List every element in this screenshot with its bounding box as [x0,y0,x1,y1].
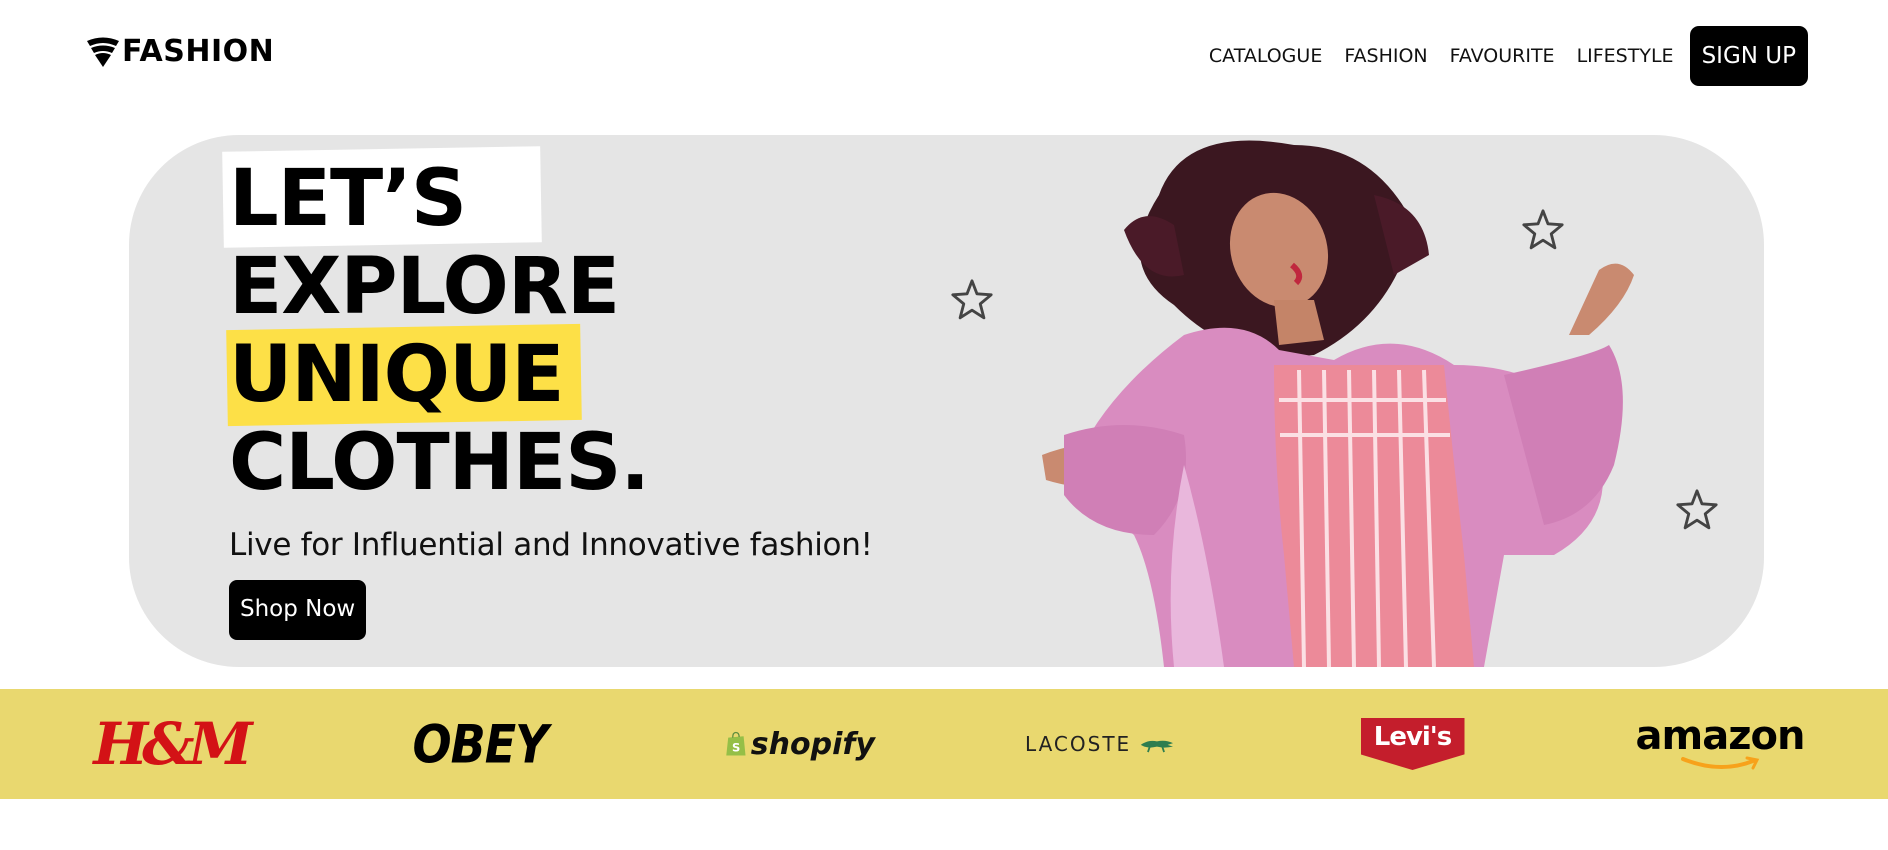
model-photo [1042,140,1634,667]
star-icon [951,279,993,320]
signup-button[interactable]: SIGN UP [1689,26,1808,86]
svg-text:S: S [732,741,740,755]
brand-shopify-logo: S shopify [725,689,875,799]
hero-subtitle: Live for Influential and Innovative fash… [229,527,873,563]
hero-banner: LET’S EXPLORE UNIQUE CLOTHES. Live for I… [129,135,1764,667]
headline-line-4: CLOTHES. [229,418,650,508]
shopify-bag-icon: S [726,731,746,756]
navbar: FASHION CATALOGUE FASHION FAVOURITE LIFE… [0,0,1888,110]
headline-line-2: EXPLORE [229,242,620,332]
brand-hm-logo: H&M [93,710,252,778]
hero-headline: LET’S EXPLORE UNIQUE CLOTHES. [222,146,650,508]
brand-levis-logo: Levi's [1355,689,1470,799]
brand-obey-logo: OBEY [412,712,549,776]
nav-lifestyle[interactable]: LIFESTYLE [1577,45,1674,67]
amazon-smile-icon [1681,756,1760,770]
brands-bar: H&M OBEY S shopify LACOSTE Levi's amazon [0,689,1888,799]
crocodile-icon [1140,740,1174,753]
brand-amazon-logo: amazon [1636,689,1805,799]
nav-catalogue[interactable]: CATALOGUE [1209,45,1322,67]
brand-lacoste-logo: LACOSTE [1025,689,1175,799]
logo-text: FASHION [122,34,275,69]
shop-now-button[interactable]: Shop Now [229,580,367,640]
nav-fashion[interactable]: FASHION [1344,45,1427,67]
main-nav: CATALOGUE FASHION FAVOURITE LIFESTYLE SI… [1187,26,1808,86]
headline-line-1: LET’S [222,146,649,248]
nav-favourite[interactable]: FAVOURITE [1450,45,1555,67]
headline-line-3: UNIQUE [226,323,649,427]
logo-icon [87,37,119,67]
logo[interactable]: FASHION [86,34,274,69]
